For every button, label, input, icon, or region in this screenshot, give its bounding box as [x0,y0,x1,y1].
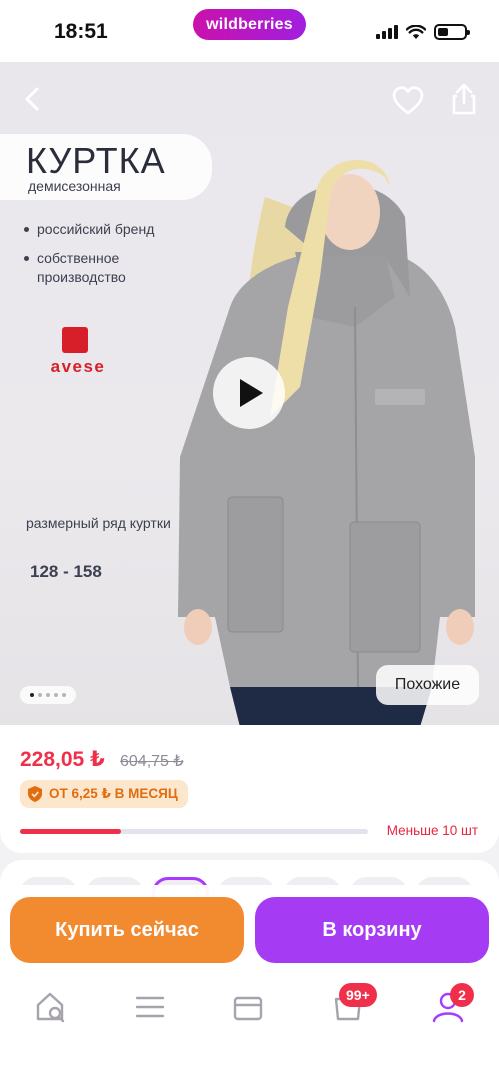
battery-icon [434,24,470,40]
slide-indicator [20,686,76,704]
delivery-icon[interactable] [229,989,269,1025]
back-chevron-icon[interactable] [18,84,48,114]
product-page: 18:51 wildberries КУРТКА демисезонная ро… [0,0,499,1080]
feature-item: собственное производство [24,249,174,287]
feature-list: российский бренд собственное производств… [24,220,174,297]
heart-icon[interactable] [391,84,425,118]
brand-logo-pill[interactable]: wildberries [193,9,306,40]
price-card: 228,05 ₺ 604,75 ₺ ОТ 6,25 ₺ В МЕСЯЦ Мень… [0,725,499,853]
size-range-value: 128 - 158 [30,562,102,581]
bottom-tab-bar: 99+ 2 [0,975,499,1080]
size-range-label: размерный ряд куртки [26,515,171,531]
purchase-actions: Купить сейчас В корзину [0,885,499,975]
product-photo [178,159,475,725]
similar-button[interactable]: Похожие [376,665,479,705]
old-price: 604,75 ₺ [120,753,184,770]
status-time: 18:51 [54,20,108,43]
product-subheadline: демисезонная [28,178,121,194]
wifi-icon [406,24,426,39]
status-icons [376,22,470,42]
play-video-button[interactable] [213,357,285,429]
add-to-cart-button[interactable]: В корзину [255,897,489,963]
feature-item: российский бренд [24,220,174,239]
play-icon [240,379,263,407]
cart-count-badge: 99+ [339,983,377,1007]
product-gallery[interactable]: КУРТКА демисезонная российский бренд соб… [0,62,499,725]
home-search-icon[interactable] [32,989,72,1025]
brand-logo: avese [38,327,118,377]
profile-notification-badge: 2 [450,983,474,1007]
stock-progress-bar [20,829,368,834]
stock-status: Меньше 10 шт [386,823,478,838]
status-bar: 18:51 wildberries [0,0,499,62]
share-icon[interactable] [449,82,479,116]
brand-mark-icon [62,327,88,353]
product-headline: КУРТКА [26,140,166,181]
shield-icon [28,786,42,802]
cellular-signal-icon [376,25,398,39]
installment-badge[interactable]: ОТ 6,25 ₺ В МЕСЯЦ [20,780,188,808]
stock-progress-fill [20,829,121,834]
buy-now-button[interactable]: Купить сейчас [10,897,244,963]
catalog-menu-icon[interactable] [130,989,170,1025]
current-price: 228,05 ₺ [20,748,105,771]
